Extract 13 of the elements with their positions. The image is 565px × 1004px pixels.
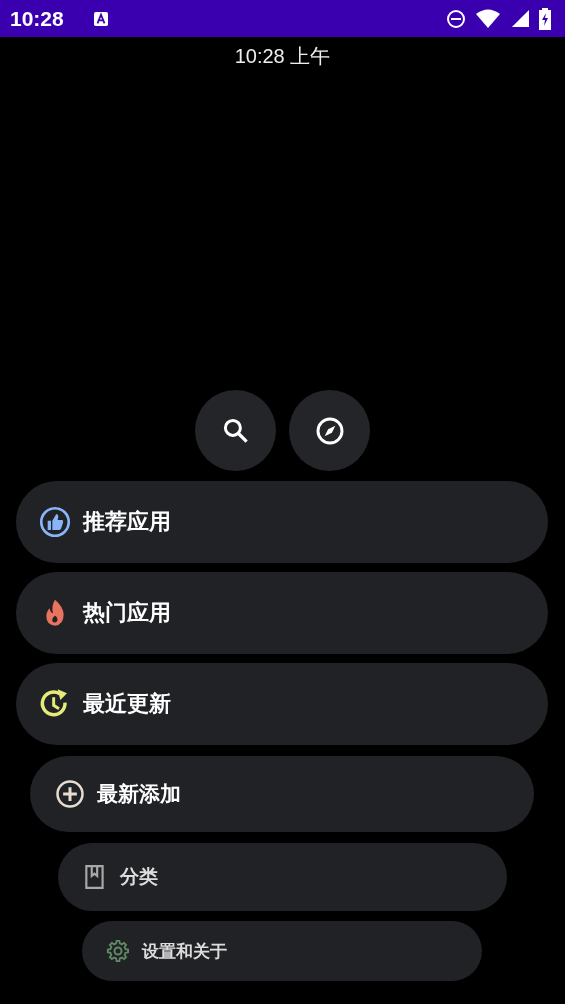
- app-notification-icon: [93, 11, 108, 26]
- battery-icon: [539, 7, 551, 30]
- do-not-disturb-icon: [446, 8, 466, 29]
- clock-text: 10:28 上午: [233, 44, 332, 69]
- signal-icon: [510, 9, 529, 28]
- menu-item[interactable]: 最新添加: [30, 756, 534, 832]
- menu-item[interactable]: 分类: [58, 843, 507, 911]
- menu-item[interactable]: 推荐应用: [16, 481, 548, 563]
- status-time: 10:28: [10, 6, 64, 31]
- wifi-icon: [476, 8, 500, 29]
- menu-item[interactable]: 设置和关于: [82, 921, 482, 981]
- menu-item[interactable]: 最近更新: [16, 663, 548, 745]
- menu-item[interactable]: 热门应用: [16, 572, 548, 654]
